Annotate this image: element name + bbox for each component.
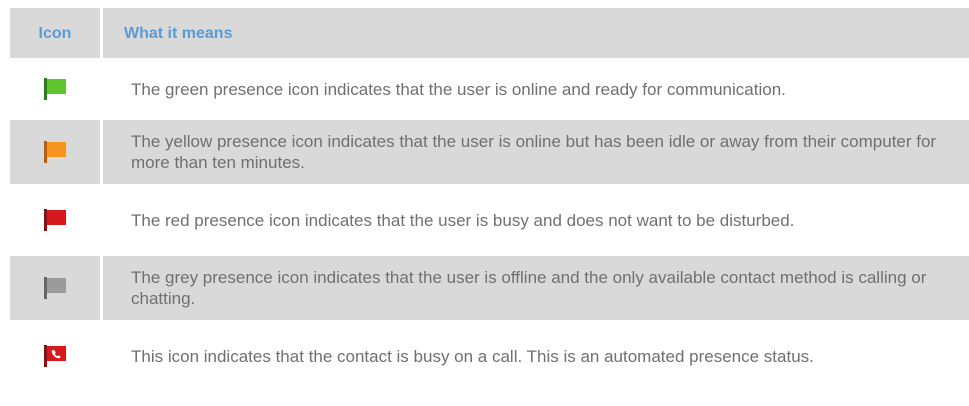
row-description: This icon indicates that the contact is …	[103, 324, 969, 388]
yellow-presence-flag-icon	[10, 120, 100, 184]
red-presence-flag-icon	[10, 188, 100, 252]
table-row: This icon indicates that the contact is …	[10, 324, 969, 388]
header-what-it-means: What it means	[103, 8, 969, 58]
row-description: The grey presence icon indicates that th…	[103, 256, 969, 320]
header-icon: Icon	[10, 8, 100, 58]
table-row: The green presence icon indicates that t…	[10, 62, 969, 116]
table-header-row: Icon What it means	[10, 8, 969, 58]
on-call-presence-flag-icon	[10, 324, 100, 388]
table-row: The yellow presence icon indicates that …	[10, 120, 969, 184]
green-presence-flag-icon	[10, 62, 100, 116]
row-description: The green presence icon indicates that t…	[103, 62, 969, 116]
grey-presence-flag-icon	[10, 256, 100, 320]
row-description: The red presence icon indicates that the…	[103, 188, 969, 252]
table-row: The red presence icon indicates that the…	[10, 188, 969, 252]
row-description: The yellow presence icon indicates that …	[103, 120, 969, 184]
presence-icon-table: Icon What it means The green presence ic…	[10, 8, 969, 388]
table-row: The grey presence icon indicates that th…	[10, 256, 969, 320]
